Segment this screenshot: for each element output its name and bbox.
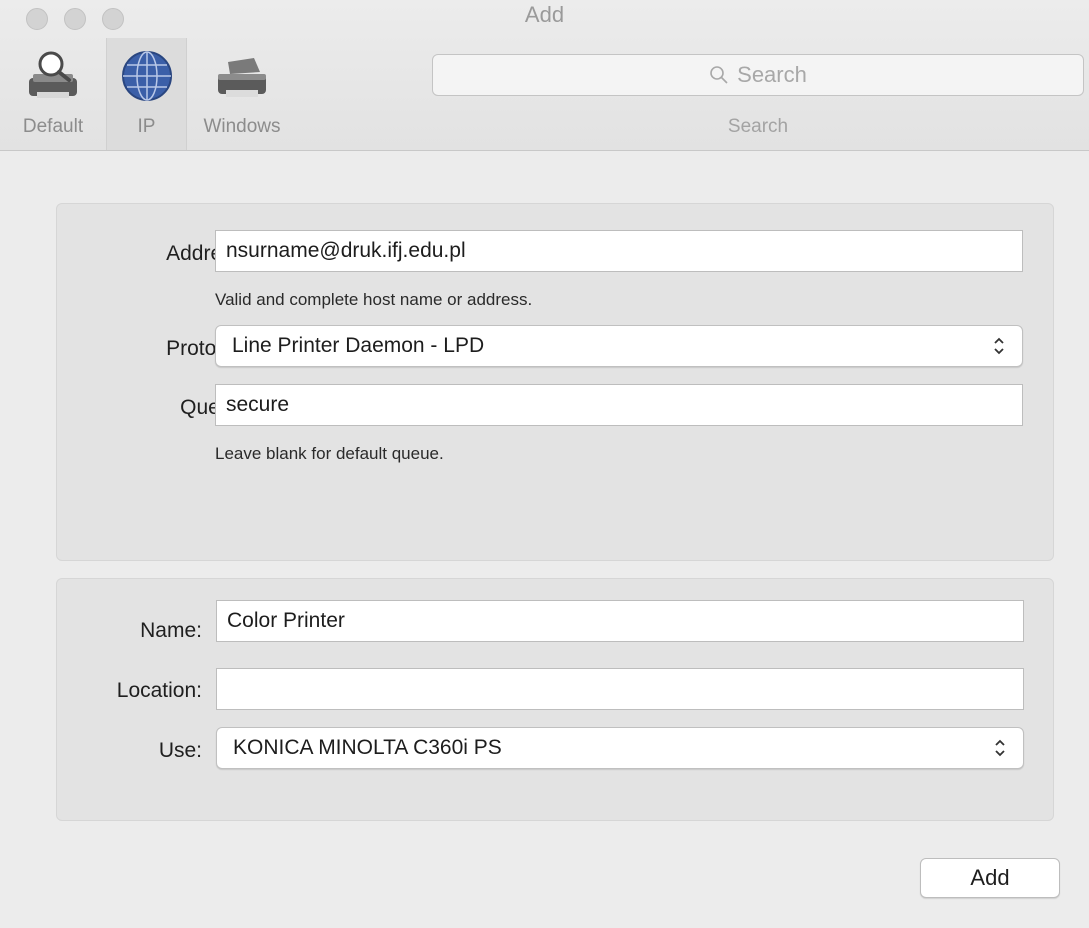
protocol-value: Line Printer Daemon - LPD: [232, 334, 485, 357]
printer-icon: [218, 58, 266, 97]
address-hint: Valid and complete host name or address.: [215, 290, 533, 309]
search-input[interactable]: Search: [432, 54, 1084, 96]
driver-value: KONICA MINOLTA C360i PS: [233, 736, 502, 759]
queue-field[interactable]: secure: [215, 384, 1023, 426]
search-placeholder: Search: [737, 62, 807, 87]
updown-chevron-icon: [995, 739, 1005, 757]
updown-chevron-icon: [994, 337, 1004, 355]
name-field[interactable]: Color Printer: [216, 600, 1024, 642]
toolbar-item-windows[interactable]: Windows: [187, 38, 297, 150]
search-label: Search: [727, 116, 789, 137]
add-button[interactable]: Add: [920, 858, 1060, 898]
driver-select[interactable]: KONICA MINOLTA C360i PS: [216, 727, 1024, 769]
location-field[interactable]: [216, 668, 1024, 710]
toolbar-item-label: Default: [22, 116, 84, 137]
name-label: Name:: [140, 619, 202, 642]
toolbar-item-label: IP: [137, 116, 156, 137]
globe-icon: [121, 51, 172, 101]
toolbar-item-ip[interactable]: IP: [106, 38, 187, 150]
queue-hint: Leave blank for default queue.: [215, 444, 444, 463]
use-label: Use:: [158, 739, 202, 762]
window-toolbar: Add Default IP Windows Search Search: [0, 0, 1089, 151]
window-title: Add: [524, 2, 565, 27]
search-icon: [710, 66, 728, 84]
connection-group: Address: nsurname@druk.ifj.edu.pl Valid …: [56, 203, 1054, 561]
address-field[interactable]: nsurname@druk.ifj.edu.pl: [215, 230, 1023, 272]
location-label: Location:: [116, 679, 202, 702]
toolbar-item-default[interactable]: Default: [0, 38, 106, 150]
printer-group: Name: Color Printer Location: Use: KONIC…: [56, 578, 1054, 821]
protocol-select[interactable]: Line Printer Daemon - LPD: [215, 325, 1023, 367]
printer-magnifier-icon: [29, 51, 77, 98]
toolbar-item-label: Windows: [203, 116, 281, 137]
